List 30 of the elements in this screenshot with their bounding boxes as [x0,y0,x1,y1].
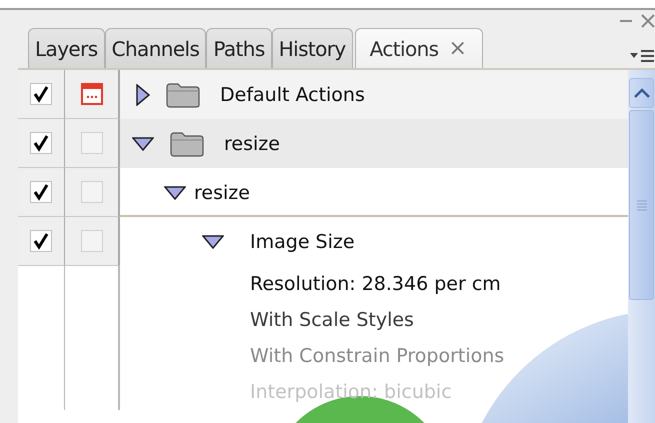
checkbox[interactable] [30,132,52,154]
panel-tab[interactable]: Channels [104,28,206,68]
scroll-thumb[interactable] [629,110,654,300]
panel-tab[interactable]: Paths [206,28,272,68]
dialog-toggle-icon[interactable] [80,83,102,105]
checkbox[interactable] [30,181,52,203]
scrollbar[interactable] [628,70,655,423]
panel-tab[interactable]: Actions × [354,28,484,68]
collapsed-triangle-icon[interactable] [136,84,150,106]
panel-tab[interactable]: History [272,28,353,68]
expanded-triangle-icon[interactable] [202,234,224,248]
action-row[interactable]: resize [120,119,628,168]
folder-icon [166,82,200,108]
panel-menu-icon[interactable] [629,48,655,64]
grip-icon [636,199,648,211]
folder-icon [170,130,204,156]
checkbox[interactable] [30,83,52,105]
panel-tab[interactable]: Layers [28,28,105,68]
expanded-triangle-icon[interactable] [164,186,186,200]
step-detail: With Scale Styles [250,309,414,331]
step-detail: Interpolation: bicubic [250,381,452,403]
step-detail: With Constrain Proportions [250,345,504,367]
expanded-triangle-icon[interactable] [132,136,154,150]
checkbox[interactable] [30,230,52,252]
tab-close-button[interactable]: × [448,36,466,61]
step-detail: Resolution: 28.346 per cm [250,273,501,295]
action-row[interactable]: Default Actions [120,70,628,119]
chevron-up-icon [634,88,650,98]
scroll-up-button[interactable] [629,78,654,108]
close-icon[interactable] [641,14,655,28]
